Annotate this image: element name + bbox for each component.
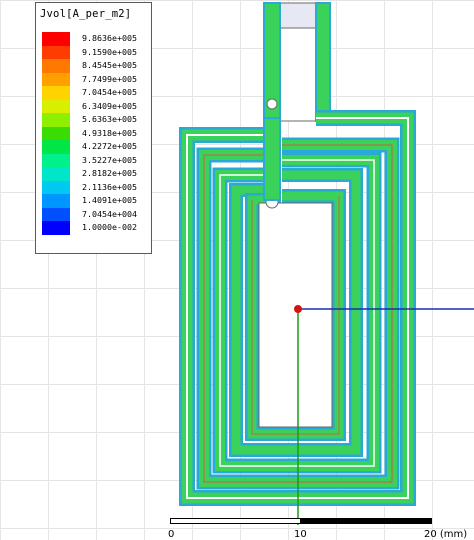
field-legend[interactable]: Jvol[A_per_m2] 9.8636e+005 9.1590e+005 8.4… — [35, 2, 152, 254]
feed-crossover — [263, 117, 281, 201]
legend-swatch — [42, 113, 70, 127]
legend-label: 9.1590e+005 — [82, 46, 137, 57]
legend-label: 1.4091e+005 — [82, 195, 137, 205]
legend-labels: 9.8636e+005 9.1590e+005 8.4545e+005 7.7499e… — [82, 32, 137, 235]
legend-swatch — [42, 153, 70, 167]
legend-label: 7.0454e+005 — [82, 87, 137, 97]
legend-swatch — [42, 194, 70, 208]
legend-label: 4.9318e+005 — [82, 127, 137, 138]
scale-bar-black-segment — [301, 518, 432, 524]
legend-label: 2.1136e+005 — [82, 181, 137, 192]
scale-tick-20: 20 (mm) — [424, 529, 468, 540]
coil-turn-5 — [245, 189, 346, 441]
via-top — [266, 98, 278, 110]
legend-swatch — [42, 140, 70, 154]
legend-swatch — [42, 99, 70, 113]
legend-label: 2.8182e+005 — [82, 168, 137, 178]
scale-bar-white-segment — [170, 518, 301, 524]
legend-label: 7.0454e+004 — [82, 208, 137, 219]
legend-swatch — [42, 72, 70, 86]
legend-swatch — [42, 59, 70, 73]
legend-swatch — [42, 126, 70, 140]
legend-title: Jvol[A_per_m2] — [40, 8, 132, 20]
legend-label: 7.7499e+005 — [82, 73, 137, 84]
legend-swatch — [42, 221, 70, 235]
legend-label: 4.2272e+005 — [82, 141, 137, 151]
legend-label: 5.6363e+005 — [82, 114, 137, 124]
legend-label: 6.3409e+005 — [82, 100, 137, 111]
legend-label: 9.8636e+005 — [82, 33, 137, 43]
legend-swatch — [42, 86, 70, 100]
legend-swatches — [42, 32, 70, 235]
legend-label: 8.4545e+005 — [82, 60, 137, 70]
legend-swatch — [42, 207, 70, 221]
legend-swatch — [42, 32, 70, 46]
legend-swatch — [42, 45, 70, 59]
legend-swatch — [42, 180, 70, 194]
legend-label: 1.0000e-002 — [82, 222, 137, 232]
legend-label: 3.5227e+005 — [82, 154, 137, 165]
scale-bar — [170, 518, 432, 526]
legend-swatch — [42, 167, 70, 181]
scale-tick-0: 0 — [168, 529, 175, 540]
z-axis-label: Z — [300, 299, 306, 309]
scale-tick-10: 10 — [294, 529, 307, 540]
